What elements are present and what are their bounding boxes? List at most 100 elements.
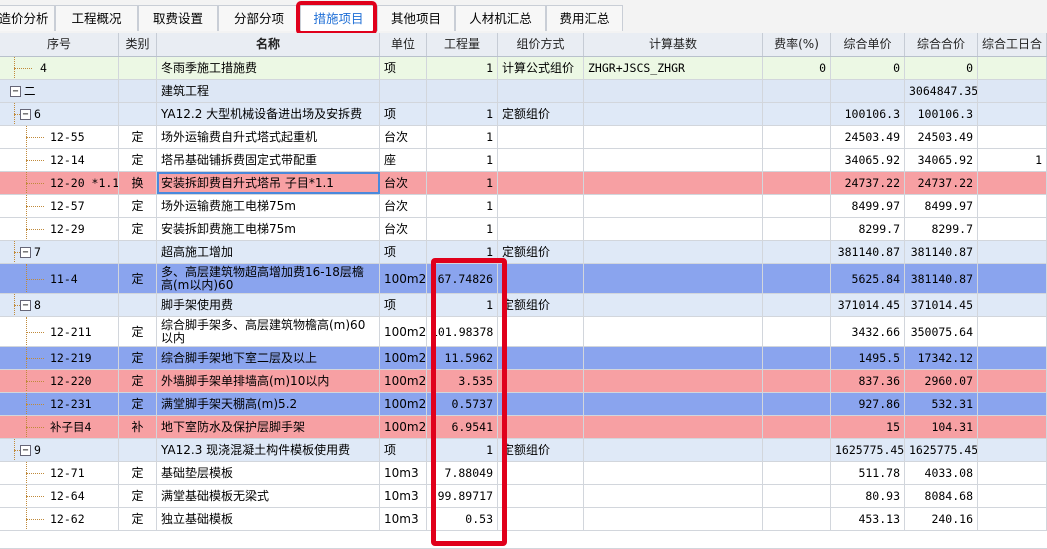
cell-unit[interactable]: 100m2	[380, 317, 427, 346]
cell-rate[interactable]	[763, 218, 831, 240]
cell-qty[interactable]: 7.88049	[427, 462, 498, 484]
cell-unit[interactable]: 项	[380, 241, 427, 263]
cell-method[interactable]	[498, 172, 584, 194]
cell-total[interactable]: 100106.3	[905, 103, 978, 125]
table-row[interactable]: 12-231 定 满堂脚手架天棚高(m)5.2 100m2 0.5737 927.86 53…	[0, 393, 1047, 416]
table-row[interactable]: −7 超高施工增加 项 1 定额组价 381140.87 381140.87	[0, 241, 1047, 264]
cell-unit[interactable]: 10m3	[380, 462, 427, 484]
cell-rate[interactable]	[763, 317, 831, 346]
cell-price[interactable]: 1625775.45	[831, 439, 905, 461]
cell-name[interactable]: 场外运输费自升式塔式起重机	[157, 126, 380, 148]
cell-price[interactable]: 371014.45	[831, 294, 905, 316]
cell-name[interactable]: 地下室防水及保护层脚手架	[157, 416, 380, 438]
cell-labor[interactable]	[978, 172, 1047, 194]
cell-total[interactable]: 371014.45	[905, 294, 978, 316]
cell-rate[interactable]	[763, 241, 831, 263]
cell-base[interactable]: ZHGR+JSCS_ZHGR	[584, 57, 763, 79]
cell-qty[interactable]: 1	[427, 126, 498, 148]
cell-unit[interactable]: 10m3	[380, 485, 427, 507]
cell-base[interactable]	[584, 508, 763, 530]
table-row[interactable]: 11-4 定 多、高层建筑物超高增加费16-18层檐高(m以内)60 100m2 67.…	[0, 264, 1047, 294]
cell-price[interactable]: 0	[831, 57, 905, 79]
cell-rate[interactable]	[763, 485, 831, 507]
cell-method[interactable]	[498, 416, 584, 438]
tab-4[interactable]: 措施项目	[300, 5, 377, 31]
cell-base[interactable]	[584, 172, 763, 194]
column-header-1[interactable]: 类别	[119, 33, 157, 56]
table-row[interactable]: 12-219 定 综合脚手架地下室二层及以上 100m2 11.5962 1495.5 17…	[0, 347, 1047, 370]
cell-labor[interactable]	[978, 416, 1047, 438]
cell-price[interactable]: 15	[831, 416, 905, 438]
cell-price[interactable]: 837.36	[831, 370, 905, 392]
cell-rate[interactable]	[763, 347, 831, 369]
column-header-3[interactable]: 单位	[380, 33, 427, 56]
cell-base[interactable]	[584, 126, 763, 148]
cell-name[interactable]: 建筑工程	[157, 80, 380, 102]
tab-7[interactable]: 费用汇总	[546, 5, 623, 31]
cell-labor[interactable]: 1	[978, 149, 1047, 171]
cell-labor[interactable]	[978, 80, 1047, 102]
collapse-toggle-icon[interactable]: −	[20, 109, 31, 120]
cell-rate[interactable]	[763, 103, 831, 125]
cell-base[interactable]	[584, 485, 763, 507]
cell-rate[interactable]	[763, 370, 831, 392]
cell-labor[interactable]	[978, 462, 1047, 484]
cell-rate[interactable]: 0	[763, 57, 831, 79]
cell-labor[interactable]	[978, 294, 1047, 316]
cell-unit[interactable]: 台次	[380, 195, 427, 217]
cell-qty[interactable]: 101.98378	[427, 317, 498, 346]
cell-method[interactable]	[498, 485, 584, 507]
tab-3[interactable]: 分部分项	[218, 5, 300, 31]
cell-method[interactable]	[498, 317, 584, 346]
cell-base[interactable]	[584, 149, 763, 171]
cell-rate[interactable]	[763, 172, 831, 194]
table-row[interactable]: − 二 建筑工程 3064847.35	[0, 80, 1047, 103]
cell-unit[interactable]: 100m2	[380, 416, 427, 438]
cell-labor[interactable]	[978, 393, 1047, 415]
column-header-5[interactable]: 组价方式	[498, 33, 584, 56]
cell-rate[interactable]	[763, 393, 831, 415]
cell-total[interactable]: 24737.22	[905, 172, 978, 194]
tab-2[interactable]: 取费设置	[138, 5, 218, 31]
cell-base[interactable]	[584, 294, 763, 316]
cell-price[interactable]: 34065.92	[831, 149, 905, 171]
cell-unit[interactable]: 100m2	[380, 264, 427, 293]
cell-method[interactable]	[498, 149, 584, 171]
collapse-toggle-icon[interactable]: −	[10, 86, 21, 97]
cell-name[interactable]: 外墙脚手架单排墙高(m)10以内	[157, 370, 380, 392]
table-row[interactable]: 12-57 定 场外运输费施工电梯75m 台次 1 8499.97 8499.97	[0, 195, 1047, 218]
cell-labor[interactable]	[978, 241, 1047, 263]
cell-name[interactable]: 综合脚手架地下室二层及以上	[157, 347, 380, 369]
cell-price[interactable]: 927.86	[831, 393, 905, 415]
cell-price[interactable]: 5625.84	[831, 264, 905, 293]
cell-base[interactable]	[584, 370, 763, 392]
cell-base[interactable]	[584, 264, 763, 293]
cell-qty[interactable]: 11.5962	[427, 347, 498, 369]
column-header-4[interactable]: 工程量	[427, 33, 498, 56]
cell-qty[interactable]: 1	[427, 241, 498, 263]
cell-total[interactable]: 4033.08	[905, 462, 978, 484]
column-header-9[interactable]: 综合合价	[905, 33, 978, 56]
cell-base[interactable]	[584, 393, 763, 415]
cell-name[interactable]: 综合脚手架多、高层建筑物檐高(m)60以内	[157, 317, 380, 346]
collapse-toggle-icon[interactable]: −	[20, 445, 31, 456]
cell-base[interactable]	[584, 439, 763, 461]
cell-name[interactable]: 塔吊基础铺拆费固定式带配重	[157, 149, 380, 171]
cell-labor[interactable]	[978, 126, 1047, 148]
cell-name[interactable]: 冬雨季施工措施费	[157, 57, 380, 79]
column-header-10[interactable]: 综合工日合	[978, 33, 1047, 56]
cell-unit[interactable]	[380, 80, 427, 102]
cell-unit[interactable]: 100m2	[380, 370, 427, 392]
table-row[interactable]: 12-64 定 满堂基础模板无梁式 10m3 99.89717 80.93 8084.68	[0, 485, 1047, 508]
cell-base[interactable]	[584, 103, 763, 125]
cell-method[interactable]	[498, 508, 584, 530]
cell-labor[interactable]	[978, 57, 1047, 79]
cell-total[interactable]: 17342.12	[905, 347, 978, 369]
cell-rate[interactable]	[763, 195, 831, 217]
cell-base[interactable]	[584, 347, 763, 369]
cell-rate[interactable]	[763, 416, 831, 438]
cell-total[interactable]: 350075.64	[905, 317, 978, 346]
cell-name[interactable]: 场外运输费施工电梯75m	[157, 195, 380, 217]
tab-5[interactable]: 其他项目	[377, 5, 455, 31]
cell-name[interactable]: 独立基础模板	[157, 508, 380, 530]
